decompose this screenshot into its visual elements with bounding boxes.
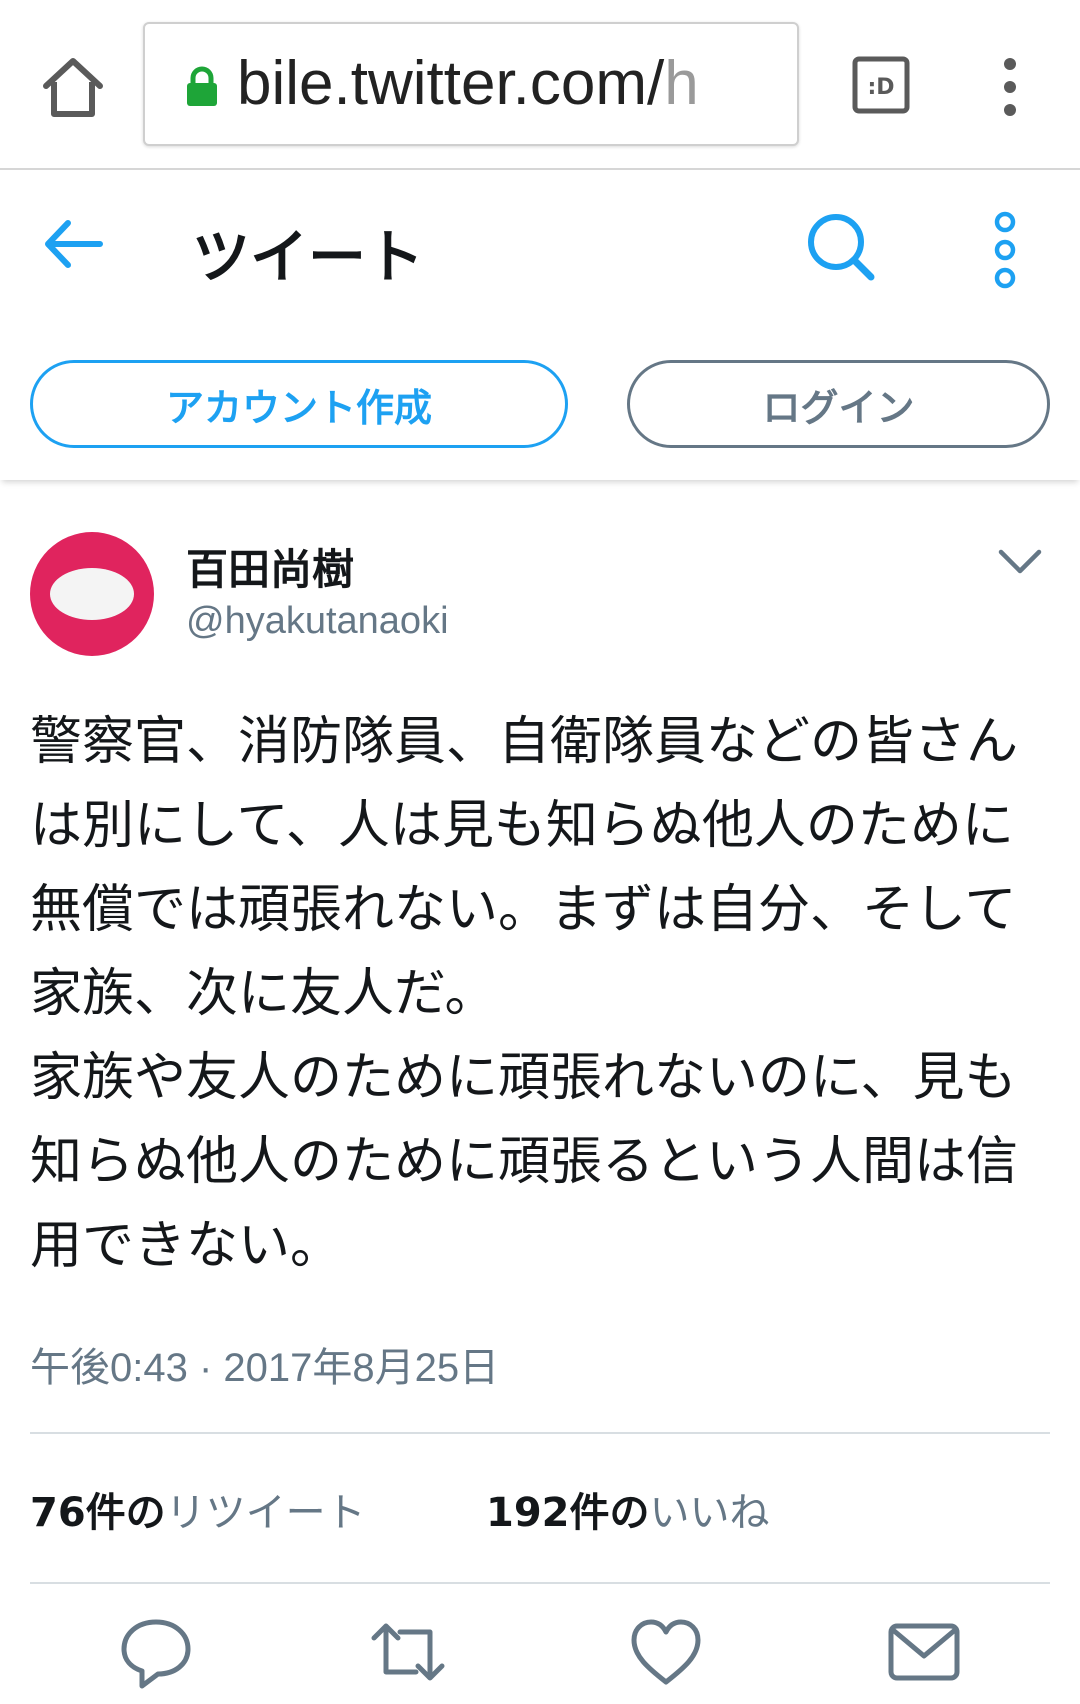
home-icon[interactable]	[38, 52, 108, 122]
browser-toolbar: bile.twitter.com/h :D	[0, 0, 1080, 170]
back-arrow-icon[interactable]	[40, 210, 108, 278]
page-title: ツイート	[192, 223, 425, 291]
address-bar[interactable]: bile.twitter.com/h	[143, 22, 799, 146]
tweet-timestamp: 午後0:43 · 2017年8月25日	[30, 1346, 500, 1390]
author-name[interactable]: 百田尚樹	[186, 536, 354, 597]
lock-icon	[185, 66, 219, 108]
signup-button[interactable]: アカウント作成	[30, 360, 568, 448]
login-button[interactable]: ログイン	[627, 360, 1050, 448]
retweets-stat[interactable]: 76件のリツイート	[30, 1480, 366, 1538]
twitter-header: ツイート アカウント作成 ログイン	[0, 170, 1080, 480]
likes-stat[interactable]: 192件のいいね	[486, 1480, 770, 1538]
more-vertical-icon[interactable]	[990, 210, 1020, 290]
reply-icon[interactable]	[118, 1614, 194, 1690]
browser-menu-icon[interactable]	[995, 52, 1025, 122]
divider	[30, 1432, 1050, 1434]
likes-label: いいね	[649, 1490, 770, 1536]
search-icon[interactable]	[806, 212, 876, 282]
chevron-down-icon[interactable]	[996, 546, 1044, 578]
avatar-image-shape	[50, 568, 134, 620]
retweet-icon[interactable]	[370, 1614, 446, 1690]
tweet-stats: 76件のリツイート 192件のいいね	[30, 1480, 1050, 1540]
tab-count-label: :D	[867, 75, 894, 100]
likes-count: 192件の	[486, 1490, 650, 1536]
divider	[30, 1582, 1050, 1584]
retweets-count: 76件の	[30, 1490, 166, 1536]
tweet-text: 警察官、消防隊員、自衛隊員などの皆さんは別にして、人は見も知らぬ他人のために無償…	[30, 712, 1019, 1276]
like-icon[interactable]	[628, 1614, 704, 1690]
url-text: bile.twitter.com/h	[237, 49, 699, 118]
avatar[interactable]	[30, 532, 154, 656]
share-mail-icon[interactable]	[886, 1614, 962, 1690]
tab-switcher-icon[interactable]: :D	[852, 56, 910, 114]
author-handle[interactable]: @hyakutanaoki	[186, 600, 449, 643]
retweets-label: リツイート	[165, 1490, 366, 1536]
